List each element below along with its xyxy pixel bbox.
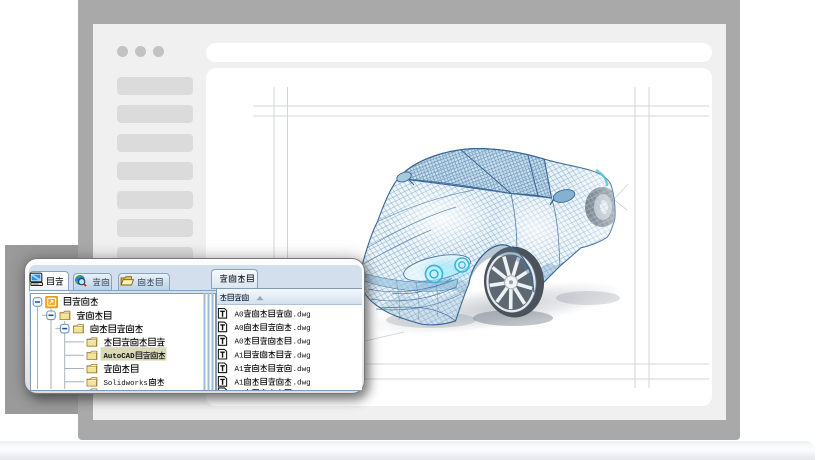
svg-text:.dwg: .dwg	[293, 366, 311, 374]
svg-text:.dwg: .dwg	[293, 352, 311, 360]
svg-text:.dwg: .dwg	[293, 311, 311, 319]
svg-text:.dwg: .dwg	[293, 325, 311, 333]
svg-text:Solidworks: Solidworks	[104, 380, 148, 388]
svg-text:AutoCAD: AutoCAD	[104, 353, 136, 361]
svg-text:A0: A0	[235, 311, 245, 319]
svg-text:A0: A0	[235, 325, 245, 333]
svg-text:.dwg: .dwg	[293, 380, 311, 388]
svg-text:A2: A2	[235, 391, 245, 399]
svg-text:A1: A1	[235, 352, 245, 360]
svg-text:A1: A1	[235, 366, 245, 374]
svg-text:.dwg: .dwg	[293, 339, 311, 347]
svg-text:A0: A0	[235, 339, 245, 347]
svg-text:A1: A1	[235, 380, 245, 388]
svg-text:.dwg: .dwg	[293, 391, 311, 399]
